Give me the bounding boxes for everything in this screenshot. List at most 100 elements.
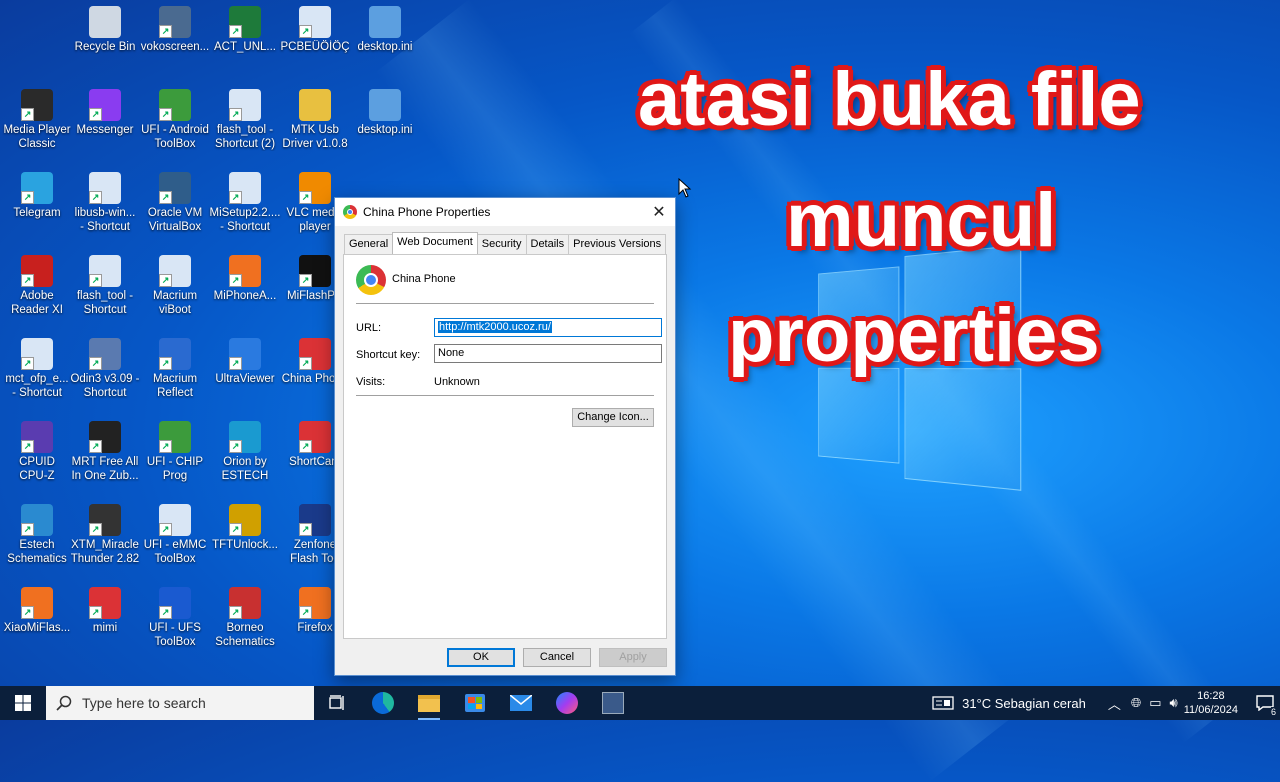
shortcut-icon: ↗ <box>229 172 261 204</box>
search-icon <box>56 695 72 711</box>
desktop-icon[interactable]: ↗ Orion by ESTECH <box>208 421 282 483</box>
shortcut-arrow-icon: ↗ <box>21 523 34 536</box>
start-button[interactable] <box>0 686 46 720</box>
desktop-icon[interactable]: ↗ Borneo Schematics <box>208 587 282 649</box>
desktop-icon[interactable]: ↗ Media Player Classic <box>0 89 74 151</box>
desktop-icon-label: Estech Schematics <box>7 539 67 565</box>
desktop-icon[interactable]: ↗ Messenger <box>68 89 142 137</box>
desktop-icon[interactable]: ↗ MiSetup2.2.... - Shortcut <box>208 172 282 234</box>
desktop-icon[interactable]: ↗ UFI - Android ToolBox <box>138 89 212 151</box>
desktop-icon[interactable]: ↗ XiaoMiFlas... <box>0 587 74 635</box>
desktop-icon[interactable]: ↗ mimi <box>68 587 142 635</box>
chrome-icon: ↗ <box>299 421 331 453</box>
desktop-icon[interactable]: ↗ Oracle VM VirtualBox <box>138 172 212 234</box>
close-icon[interactable]: ✕ <box>643 202 675 222</box>
url-field[interactable]: http://mtk2000.ucoz.ru/ <box>434 318 662 337</box>
taskbar-mail[interactable] <box>498 686 544 720</box>
tab-web-document[interactable]: Web Document <box>392 232 478 254</box>
news-icon[interactable] <box>932 696 954 710</box>
windows-icon <box>15 695 31 711</box>
tab-details[interactable]: Details <box>525 234 570 254</box>
shortcut-icon: ↗ <box>229 89 261 121</box>
shortcut-arrow-icon: ↗ <box>299 191 312 204</box>
weather-text[interactable]: 31°C Sebagian cerah <box>962 696 1086 711</box>
shortcut-arrow-icon: ↗ <box>159 440 172 453</box>
tab-previous-versions[interactable]: Previous Versions <box>568 234 667 254</box>
taskbar-file-explorer[interactable] <box>406 686 452 720</box>
recycle-bin-icon <box>89 6 121 38</box>
taskbar-edge[interactable] <box>360 686 406 720</box>
desktop-icon[interactable]: ↗ ACT_UNL... <box>208 6 282 54</box>
desktop-icon[interactable]: ↗ Telegram <box>0 172 74 220</box>
media-player-icon: ↗ <box>21 89 53 121</box>
desktop-icon[interactable]: ↗ MRT Free All In One Zub... <box>68 421 142 483</box>
desktop-icon[interactable]: ↗ UltraViewer <box>208 338 282 386</box>
estech-icon: ↗ <box>21 504 53 536</box>
taskbar-store[interactable] <box>452 686 498 720</box>
desktop-icon[interactable]: ↗ TFTUnlock... <box>208 504 282 552</box>
desktop-icon[interactable]: ↗ mct_ofp_e... - Shortcut <box>0 338 74 400</box>
shortcut-name: China Phone <box>392 273 456 285</box>
shortcut-arrow-icon: ↗ <box>299 440 312 453</box>
edge-icon <box>372 692 394 714</box>
dialog-titlebar[interactable]: China Phone Properties ✕ <box>335 198 675 226</box>
tab-security[interactable]: Security <box>476 234 527 254</box>
miflash-icon: ↗ <box>299 255 331 287</box>
desktop-icon[interactable]: ↗ flash_tool - Shortcut (2) <box>208 89 282 151</box>
notification-button[interactable]: 6 <box>1250 686 1280 720</box>
desktop-icon[interactable]: ↗ UFI - eMMC ToolBox <box>138 504 212 566</box>
desktop-icon[interactable]: Recycle Bin <box>68 6 142 54</box>
desktop-icon[interactable]: ↗ CPUID CPU-Z <box>0 421 74 483</box>
system-tray: 31°C Sebagian cerah ︿ 🌐︎ ▭ 🔊︎ 16:28 11/0… <box>932 686 1280 720</box>
settings-file-icon <box>369 6 401 38</box>
desktop-icon[interactable]: ↗ flash_tool - Shortcut <box>68 255 142 317</box>
emmc-icon: ↗ <box>159 504 191 536</box>
desktop-icon[interactable]: ↗ XTM_Miracle Thunder 2.82 <box>68 504 142 566</box>
desktop-icon[interactable]: ↗ UFI - CHIP Prog <box>138 421 212 483</box>
desktop-icon[interactable]: ↗ libusb-win... - Shortcut <box>68 172 142 234</box>
change-icon-button[interactable]: Change Icon... <box>572 408 654 427</box>
desktop-icon-label: Orion by ESTECH <box>221 456 269 482</box>
desktop-icon-label: Telegram <box>13 207 61 219</box>
shortcut-arrow-icon: ↗ <box>159 606 172 619</box>
tab-general[interactable]: General <box>344 234 394 254</box>
messenger-icon <box>556 692 578 714</box>
shortcut-arrow-icon: ↗ <box>229 440 242 453</box>
chevron-up-icon[interactable]: ︿ <box>1108 694 1121 713</box>
desktop-icon[interactable]: ↗ Odin3 v3.09 - Shortcut <box>68 338 142 400</box>
cancel-button[interactable]: Cancel <box>523 648 591 667</box>
taskbar-search-box[interactable]: Type here to search <box>46 686 314 720</box>
battery-icon[interactable]: ▭ <box>1149 695 1161 711</box>
clock[interactable]: 16:28 11/06/2024 <box>1184 689 1238 717</box>
desktop-icon[interactable]: MTK Usb Driver v1.0.8 <box>278 89 352 151</box>
desktop-icon[interactable]: desktop.ini <box>348 89 422 137</box>
desktop-icon[interactable]: ↗ MiPhoneA... <box>208 255 282 303</box>
clock-time: 16:28 <box>1197 690 1225 702</box>
shortcut-icon: ↗ <box>89 255 121 287</box>
taskbar-messenger[interactable] <box>544 686 590 720</box>
globe-icon[interactable]: 🌐︎ <box>1131 695 1141 711</box>
desktop-icon[interactable]: ↗ PCBEÜÖİÖÇ <box>278 6 352 54</box>
desktop-icon[interactable]: ↗ UFI - UFS ToolBox <box>138 587 212 649</box>
desktop-icon[interactable]: ↗ vokoscreen... <box>138 6 212 54</box>
desktop-icon[interactable]: ↗ Macrium viBoot <box>138 255 212 317</box>
desktop-icon-label: MRT Free All In One Zub... <box>71 456 139 482</box>
desktop-icon[interactable]: desktop.ini <box>348 6 422 54</box>
desktop-icon[interactable]: ↗ Macrium Reflect <box>138 338 212 400</box>
desktop-icon-label: PCBEÜÖİÖÇ <box>280 41 350 53</box>
overlay-caption-line-1: atasi buka file <box>638 57 1141 142</box>
shortcut-key-field[interactable]: None <box>434 344 662 363</box>
speaker-icon[interactable]: 🔊︎ <box>1170 695 1178 711</box>
task-view-button[interactable] <box>314 686 360 720</box>
chrome-icon: ↗ <box>89 587 121 619</box>
clock-date: 11/06/2024 <box>1183 704 1238 716</box>
desktop-icon-label: flash_tool - Shortcut <box>76 290 134 316</box>
taskbar-app[interactable] <box>590 686 636 720</box>
desktop-icon[interactable]: ↗ Estech Schematics <box>0 504 74 566</box>
desktop-icon[interactable]: ↗ Adobe Reader XI <box>0 255 74 317</box>
vlc-icon: ↗ <box>299 172 331 204</box>
tft-icon: ↗ <box>229 504 261 536</box>
ok-button[interactable]: OK <box>447 648 515 667</box>
firefox-icon: ↗ <box>299 587 331 619</box>
apply-button[interactable]: Apply <box>599 648 667 667</box>
